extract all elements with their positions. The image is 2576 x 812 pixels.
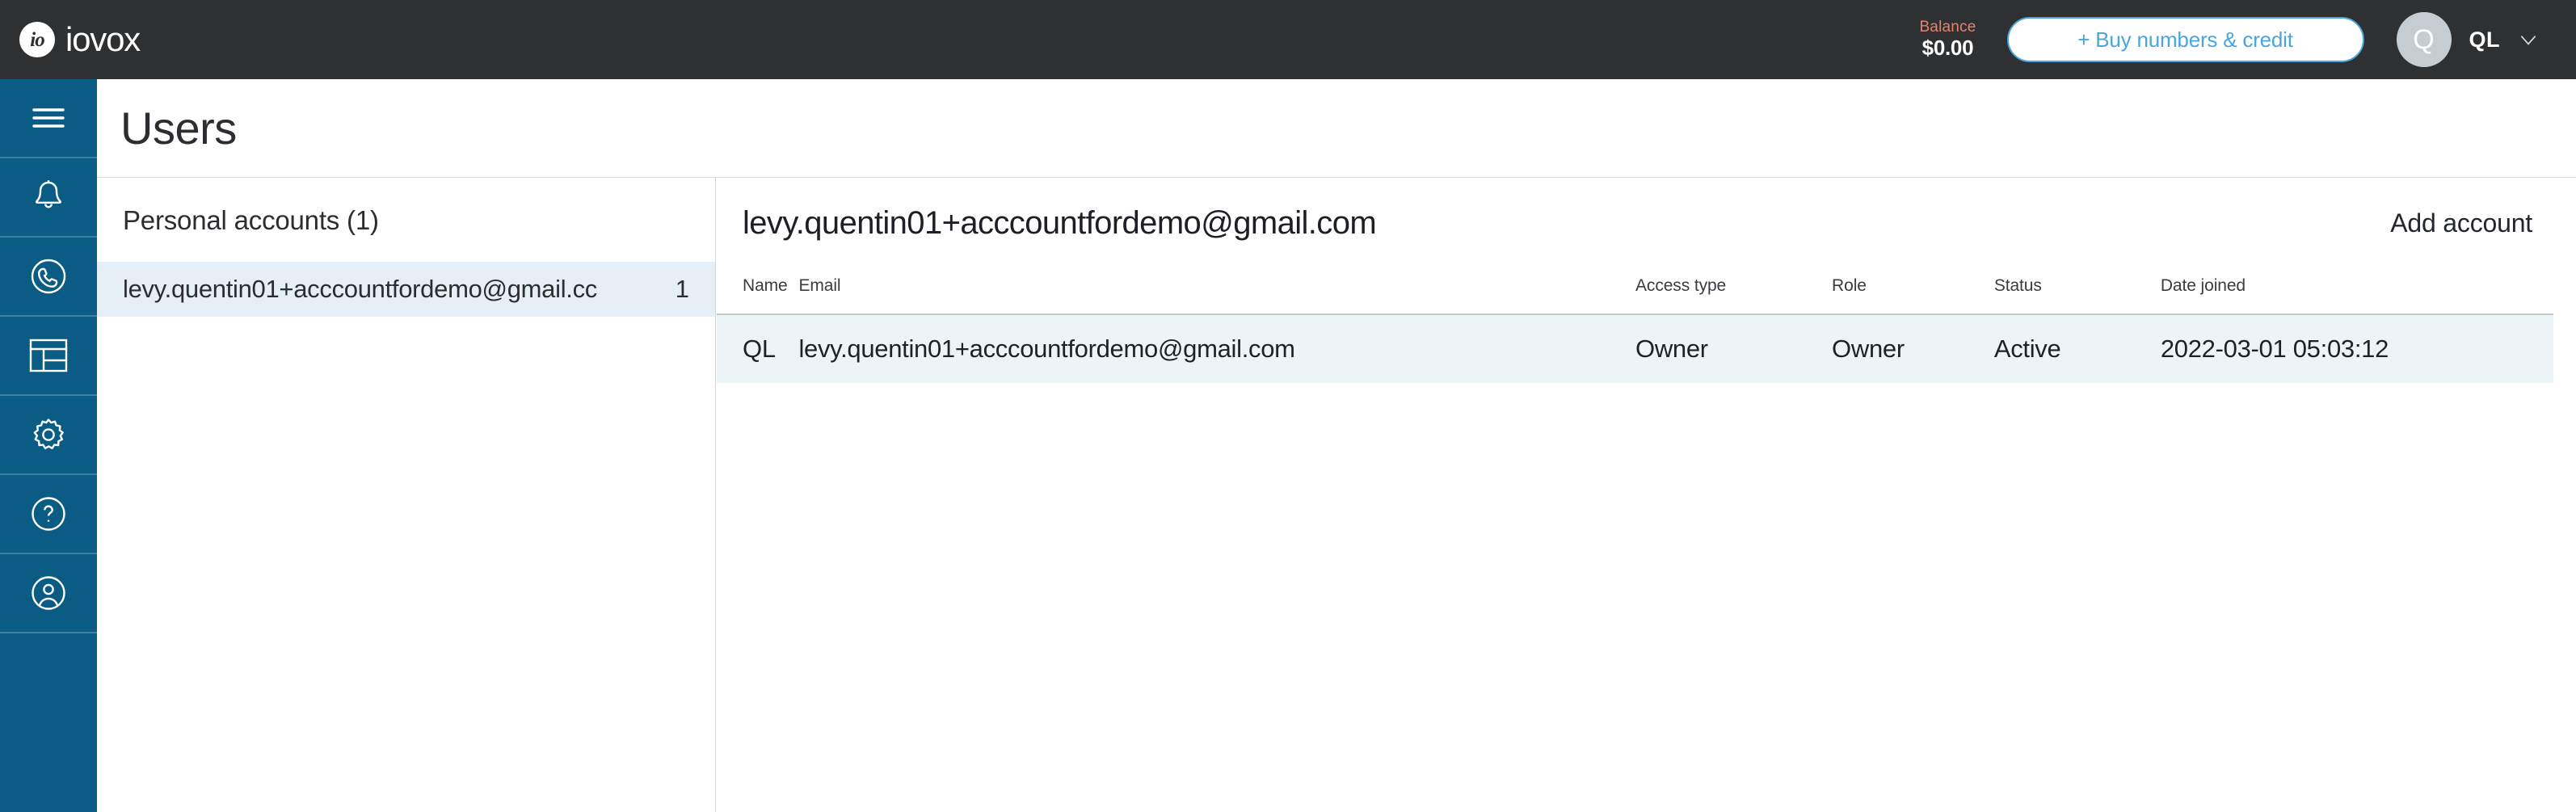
add-account-button[interactable]: Add account (2382, 204, 2540, 243)
column-header-name[interactable]: Name (717, 268, 798, 314)
column-header-role[interactable]: Role (1832, 268, 1994, 314)
sidebar-icon-rail (0, 79, 97, 812)
sidebar-item-dashboard[interactable] (0, 317, 97, 396)
balance-amount: $0.00 (1921, 36, 1974, 61)
main-content-header: levy.quentin01+acccountfordemo@gmail.com… (717, 178, 2576, 268)
sidebar-item-account[interactable] (0, 554, 97, 633)
top-header-bar: io iovox Balance $0.00 + Buy numbers & c… (0, 0, 2576, 79)
phone-circle-icon (29, 257, 68, 296)
cell-email: levy.quentin01+acccountfordemo@gmail.com (798, 334, 1295, 363)
users-table-body: QL levy.quentin01+acccountfordemo@gmail.… (717, 314, 2553, 383)
sidebar-item-settings[interactable] (0, 396, 97, 475)
balance-label: Balance (1919, 19, 1976, 36)
layout-icon (29, 339, 68, 372)
gear-icon (29, 415, 68, 454)
column-header-email[interactable]: Email (798, 268, 1635, 314)
page-title-strip: Users (97, 79, 2576, 178)
brand-logo[interactable]: io iovox (19, 20, 141, 58)
cell-date-joined: 2022-03-01 05:03:12 (2160, 334, 2389, 363)
question-circle-icon (30, 495, 67, 532)
selected-account-title: levy.quentin01+acccountfordemo@gmail.com (743, 204, 1377, 241)
user-initials-label: QL (2469, 27, 2500, 52)
accounts-panel: Personal accounts (1) levy.quentin01+acc… (97, 178, 716, 812)
main-content: levy.quentin01+acccountfordemo@gmail.com… (717, 178, 2576, 812)
brand-name-label: iovox (65, 20, 141, 58)
account-list-item[interactable]: levy.quentin01+acccountfordemo@gmail.cc … (97, 262, 715, 317)
users-table-header-row: Name Email Access type Role Status Date … (717, 268, 2553, 314)
cell-access-type: Owner (1635, 334, 1708, 363)
user-circle-icon (30, 574, 67, 612)
sidebar-item-menu[interactable] (0, 79, 97, 158)
table-row[interactable]: QL levy.quentin01+acccountfordemo@gmail.… (717, 314, 2553, 383)
avatar-initial: Q (2413, 23, 2435, 55)
avatar[interactable]: Q (2396, 12, 2452, 67)
users-table-head: Name Email Access type Role Status Date … (717, 268, 2553, 314)
app-root: io iovox Balance $0.00 + Buy numbers & c… (0, 0, 2576, 812)
bell-icon (31, 179, 66, 216)
chevron-down-icon[interactable] (2518, 29, 2539, 50)
user-menu[interactable]: Q QL (2396, 12, 2540, 67)
sidebar-item-calls[interactable] (0, 238, 97, 317)
hamburger-menu-icon (32, 107, 65, 129)
sidebar-item-notifications[interactable] (0, 158, 97, 238)
accounts-panel-heading: Personal accounts (1) (123, 205, 379, 235)
page-title: Users (120, 103, 237, 154)
cell-name: QL (743, 334, 776, 363)
account-list-item-count: 1 (675, 275, 689, 303)
users-table: Name Email Access type Role Status Date … (717, 268, 2553, 383)
buy-numbers-credit-button[interactable]: + Buy numbers & credit (2006, 17, 2364, 62)
cell-role: Owner (1832, 334, 1905, 363)
column-header-access-type[interactable]: Access type (1635, 268, 1832, 314)
column-header-status[interactable]: Status (1994, 268, 2161, 314)
iovox-mark-icon: io (19, 22, 55, 57)
brand-mark-label: io (30, 28, 44, 51)
account-list-item-email: levy.quentin01+acccountfordemo@gmail.cc (123, 275, 597, 303)
column-header-date-joined[interactable]: Date joined (2161, 268, 2553, 314)
status-badge: Active (1993, 334, 2061, 363)
sidebar-item-help[interactable] (0, 475, 97, 554)
balance-block: Balance $0.00 (1919, 19, 1976, 59)
